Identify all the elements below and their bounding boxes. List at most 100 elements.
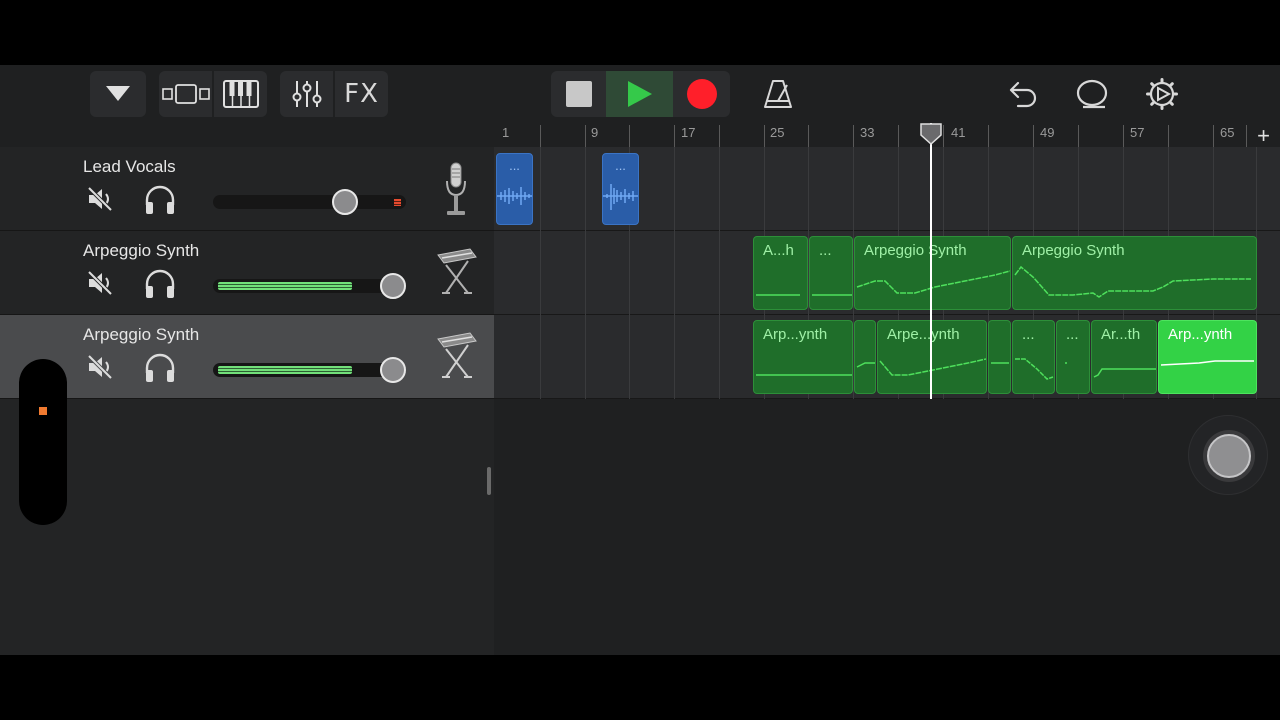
volume-level (218, 366, 352, 374)
playhead-handle[interactable] (919, 123, 943, 145)
midi-region[interactable]: ... (1012, 320, 1055, 394)
track-name: Arpeggio Synth (83, 241, 200, 260)
metronome-button[interactable] (755, 71, 801, 117)
browser-view-button[interactable] (159, 71, 212, 117)
fx-label: FX (344, 79, 379, 109)
keyboard-stand-icon (437, 332, 477, 378)
tracks-menu-button[interactable] (90, 71, 146, 117)
ruler-tick (808, 125, 809, 147)
assistive-touch-button[interactable] (1188, 415, 1268, 495)
sliders-icon (292, 81, 321, 107)
play-button[interactable] (606, 71, 673, 117)
audio-region[interactable]: ... (602, 153, 639, 225)
side-handle[interactable] (19, 359, 67, 525)
add-section-button[interactable]: + (1257, 123, 1270, 149)
midi-region[interactable]: A...h (753, 236, 808, 310)
ruler-tick (1078, 125, 1079, 147)
mixer-button[interactable] (280, 71, 333, 117)
ruler-tick (943, 125, 944, 147)
bar-number: 65 (1220, 125, 1235, 140)
midi-region-selected[interactable]: Arp...ynth (1158, 320, 1257, 394)
midi-region[interactable]: ... (1056, 320, 1090, 394)
mixer-fx-group: FX (280, 71, 388, 117)
bar-number: 41 (951, 125, 966, 140)
ruler-tick (629, 125, 630, 147)
track-name: Arpeggio Synth (83, 325, 200, 344)
midi-notes (1160, 360, 1254, 366)
peak-indicator (394, 199, 401, 206)
midi-region[interactable]: Arpe...ynth (877, 320, 987, 394)
midi-notes (1015, 358, 1054, 380)
ruler-tick (1246, 125, 1247, 147)
mute-icon[interactable] (86, 185, 114, 213)
midi-notes (1065, 362, 1067, 364)
track-header-arpeggio-synth[interactable]: Arpeggio Synth (0, 231, 494, 315)
bar-number: 17 (681, 125, 696, 140)
midi-region[interactable] (854, 320, 876, 394)
midi-region[interactable]: Arpeggio Synth (1012, 236, 1257, 310)
ruler-tick (719, 125, 720, 147)
mute-icon[interactable] (86, 353, 114, 381)
play-icon (627, 81, 652, 107)
ruler-tick (853, 125, 854, 147)
headphones-icon[interactable] (143, 353, 177, 383)
volume-slider[interactable] (213, 195, 406, 209)
stop-button[interactable] (551, 71, 606, 117)
assistive-touch-knob (1207, 434, 1251, 478)
record-button[interactable] (673, 71, 730, 117)
volume-slider[interactable] (213, 363, 406, 377)
bar-number: 49 (1040, 125, 1055, 140)
tracks-view-icon (161, 84, 210, 104)
ruler-tick (1213, 125, 1214, 147)
midi-notes (991, 362, 1009, 364)
ruler-tick (540, 125, 541, 147)
ruler-tick (585, 125, 586, 147)
gear-icon (1146, 78, 1178, 110)
header-resize-handle[interactable] (487, 467, 491, 495)
volume-slider[interactable] (213, 279, 406, 293)
waveform (497, 187, 532, 205)
midi-region[interactable]: Arp...ynth (753, 320, 853, 394)
settings-button[interactable] (1139, 71, 1185, 117)
undo-icon (1009, 81, 1037, 108)
midi-region[interactable]: ... (809, 236, 853, 310)
tracks-area[interactable]: ... ... A...h ... Arpeggio Synth Arpeggi… (494, 123, 1280, 655)
track-header-arpeggio-synth-selected[interactable]: Arpeggio Synth (0, 315, 494, 399)
mute-icon[interactable] (86, 269, 114, 297)
midi-region[interactable]: Ar...th (1091, 320, 1157, 394)
triangle-down-icon (106, 86, 130, 101)
volume-knob[interactable] (332, 189, 358, 215)
grid-line (540, 147, 541, 399)
volume-knob[interactable] (380, 273, 406, 299)
track-header-lead-vocals[interactable]: Lead Vocals (0, 147, 494, 231)
keyboard-view-button[interactable] (214, 71, 267, 117)
stop-icon (565, 81, 592, 107)
timeline-ruler[interactable]: 1 9 17 25 33 41 49 57 65 + (494, 123, 1280, 149)
midi-notes (1014, 265, 1251, 298)
keyboard-stand-icon (437, 248, 477, 294)
volume-knob[interactable] (380, 357, 406, 383)
undo-button[interactable] (1000, 71, 1046, 117)
fx-button[interactable]: FX (335, 71, 388, 117)
midi-region[interactable] (988, 320, 1011, 394)
garageband-screen: FX 1 9 17 25 33 41 49 57 65 + Lead Vocal… (0, 65, 1280, 655)
grid-line (674, 147, 675, 399)
midi-notes (879, 358, 986, 376)
headphones-icon[interactable] (143, 185, 177, 215)
grid-line (585, 147, 586, 399)
bar-number: 33 (860, 125, 875, 140)
loop-browser-button[interactable] (1069, 71, 1115, 117)
track-headers: Lead Vocals Arpeggio Synth Arpeggio Synt… (0, 147, 494, 655)
audio-region[interactable]: ... (496, 153, 533, 225)
bar-number: 1 (502, 125, 510, 140)
view-group (159, 71, 267, 117)
ruler-tick (898, 125, 899, 147)
ruler-tick (1168, 125, 1169, 147)
loop-icon (1076, 79, 1108, 109)
ruler-tick (764, 125, 765, 147)
midi-region[interactable]: Arpeggio Synth (854, 236, 1011, 310)
midi-notes (812, 294, 852, 296)
headphones-icon[interactable] (143, 269, 177, 299)
transport-group (551, 71, 730, 117)
midi-notes (756, 294, 800, 296)
